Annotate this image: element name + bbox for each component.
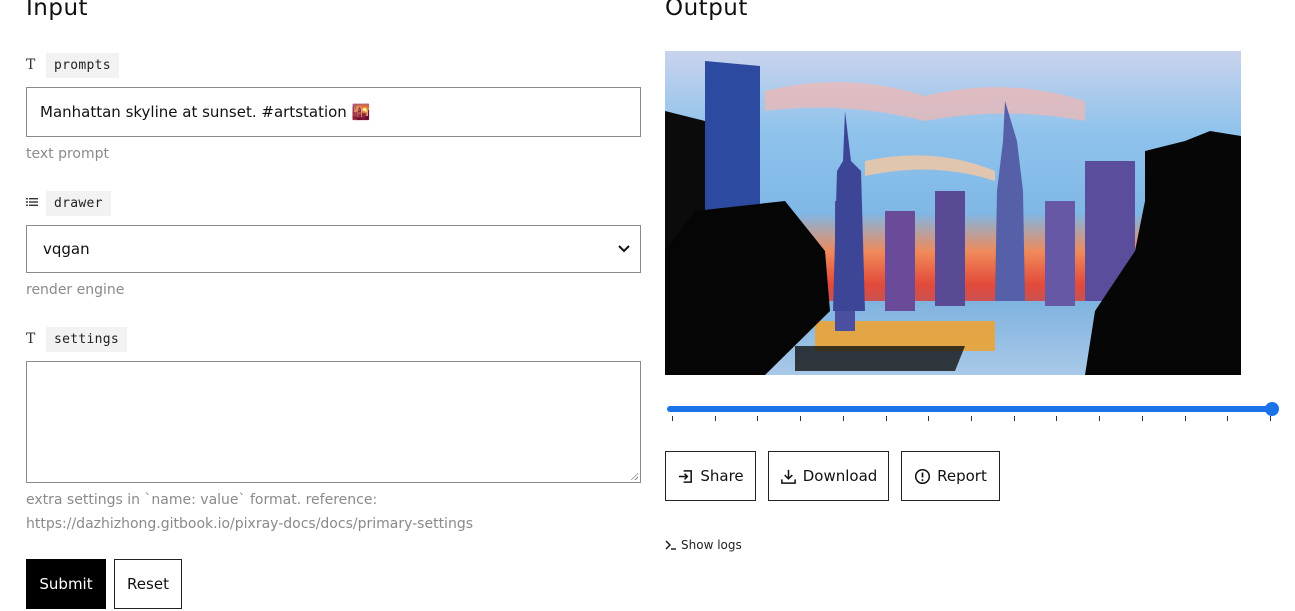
slider-tick [971, 416, 972, 421]
settings-textarea[interactable] [26, 361, 641, 483]
slider-tick [757, 416, 759, 421]
slider-tick [1099, 416, 1101, 421]
prompts-label: prompts [46, 52, 119, 78]
settings-label: settings [46, 326, 128, 352]
alert-circle-icon [915, 468, 931, 484]
slider-tick [1270, 416, 1271, 421]
slider-tick [672, 416, 673, 421]
submit-button[interactable]: Submit [26, 559, 106, 609]
slider-tick [1227, 416, 1229, 421]
output-image [665, 51, 1241, 375]
prompts-label-row: T prompts [26, 52, 119, 78]
slider-tick [714, 416, 716, 421]
text-type-icon: T [26, 331, 36, 347]
slider-tick [842, 416, 844, 421]
list-type-icon [26, 196, 46, 210]
slider-tick [928, 416, 930, 421]
share-button[interactable]: Share [665, 451, 756, 501]
share-icon [679, 469, 693, 483]
progress-slider-track[interactable] [667, 406, 1272, 412]
resize-handle[interactable] [630, 472, 638, 480]
download-label: Download [802, 467, 878, 485]
chevron-down-icon [618, 245, 630, 253]
slider-tick [1141, 416, 1143, 421]
prompts-value: Manhattan skyline at sunset. #artstation… [40, 103, 371, 121]
drawer-value: vqgan [43, 240, 90, 258]
drawer-label-row: drawer [26, 190, 111, 216]
generated-skyline-image [665, 51, 1241, 375]
progress-slider-thumb[interactable] [1265, 402, 1279, 416]
show-logs-label: Show logs [681, 538, 742, 552]
slider-tick [1184, 416, 1186, 421]
prompts-input[interactable]: Manhattan skyline at sunset. #artstation… [26, 87, 641, 137]
prompts-hint: text prompt [26, 146, 109, 162]
share-label: Share [700, 467, 744, 485]
drawer-label: drawer [46, 190, 111, 216]
drawer-hint: render engine [26, 282, 125, 298]
terminal-icon [665, 540, 676, 550]
report-button[interactable]: Report [901, 451, 1000, 501]
download-button[interactable]: Download [768, 451, 889, 501]
settings-label-row: T settings [26, 326, 128, 352]
reset-button[interactable]: Reset [114, 559, 182, 609]
report-label: Report [937, 467, 987, 485]
output-panel: Output Share Download Report Show logs [665, 0, 1280, 611]
slider-tick [1056, 416, 1058, 421]
drawer-select[interactable]: vqgan [26, 225, 641, 273]
settings-hint-line2: https://dazhizhong.gitbook.io/pixray-doc… [26, 516, 474, 532]
settings-hint-line1: extra settings in `name: value` format. … [26, 492, 378, 508]
output-title: Output [665, 0, 748, 21]
slider-tick [885, 416, 887, 421]
list-icon [26, 198, 38, 206]
slider-tick [1013, 416, 1015, 421]
download-icon [780, 469, 796, 484]
input-title: Input [26, 0, 89, 21]
show-logs-link[interactable]: Show logs [665, 538, 742, 552]
text-type-icon: T [26, 57, 36, 73]
slider-tick [800, 416, 802, 421]
